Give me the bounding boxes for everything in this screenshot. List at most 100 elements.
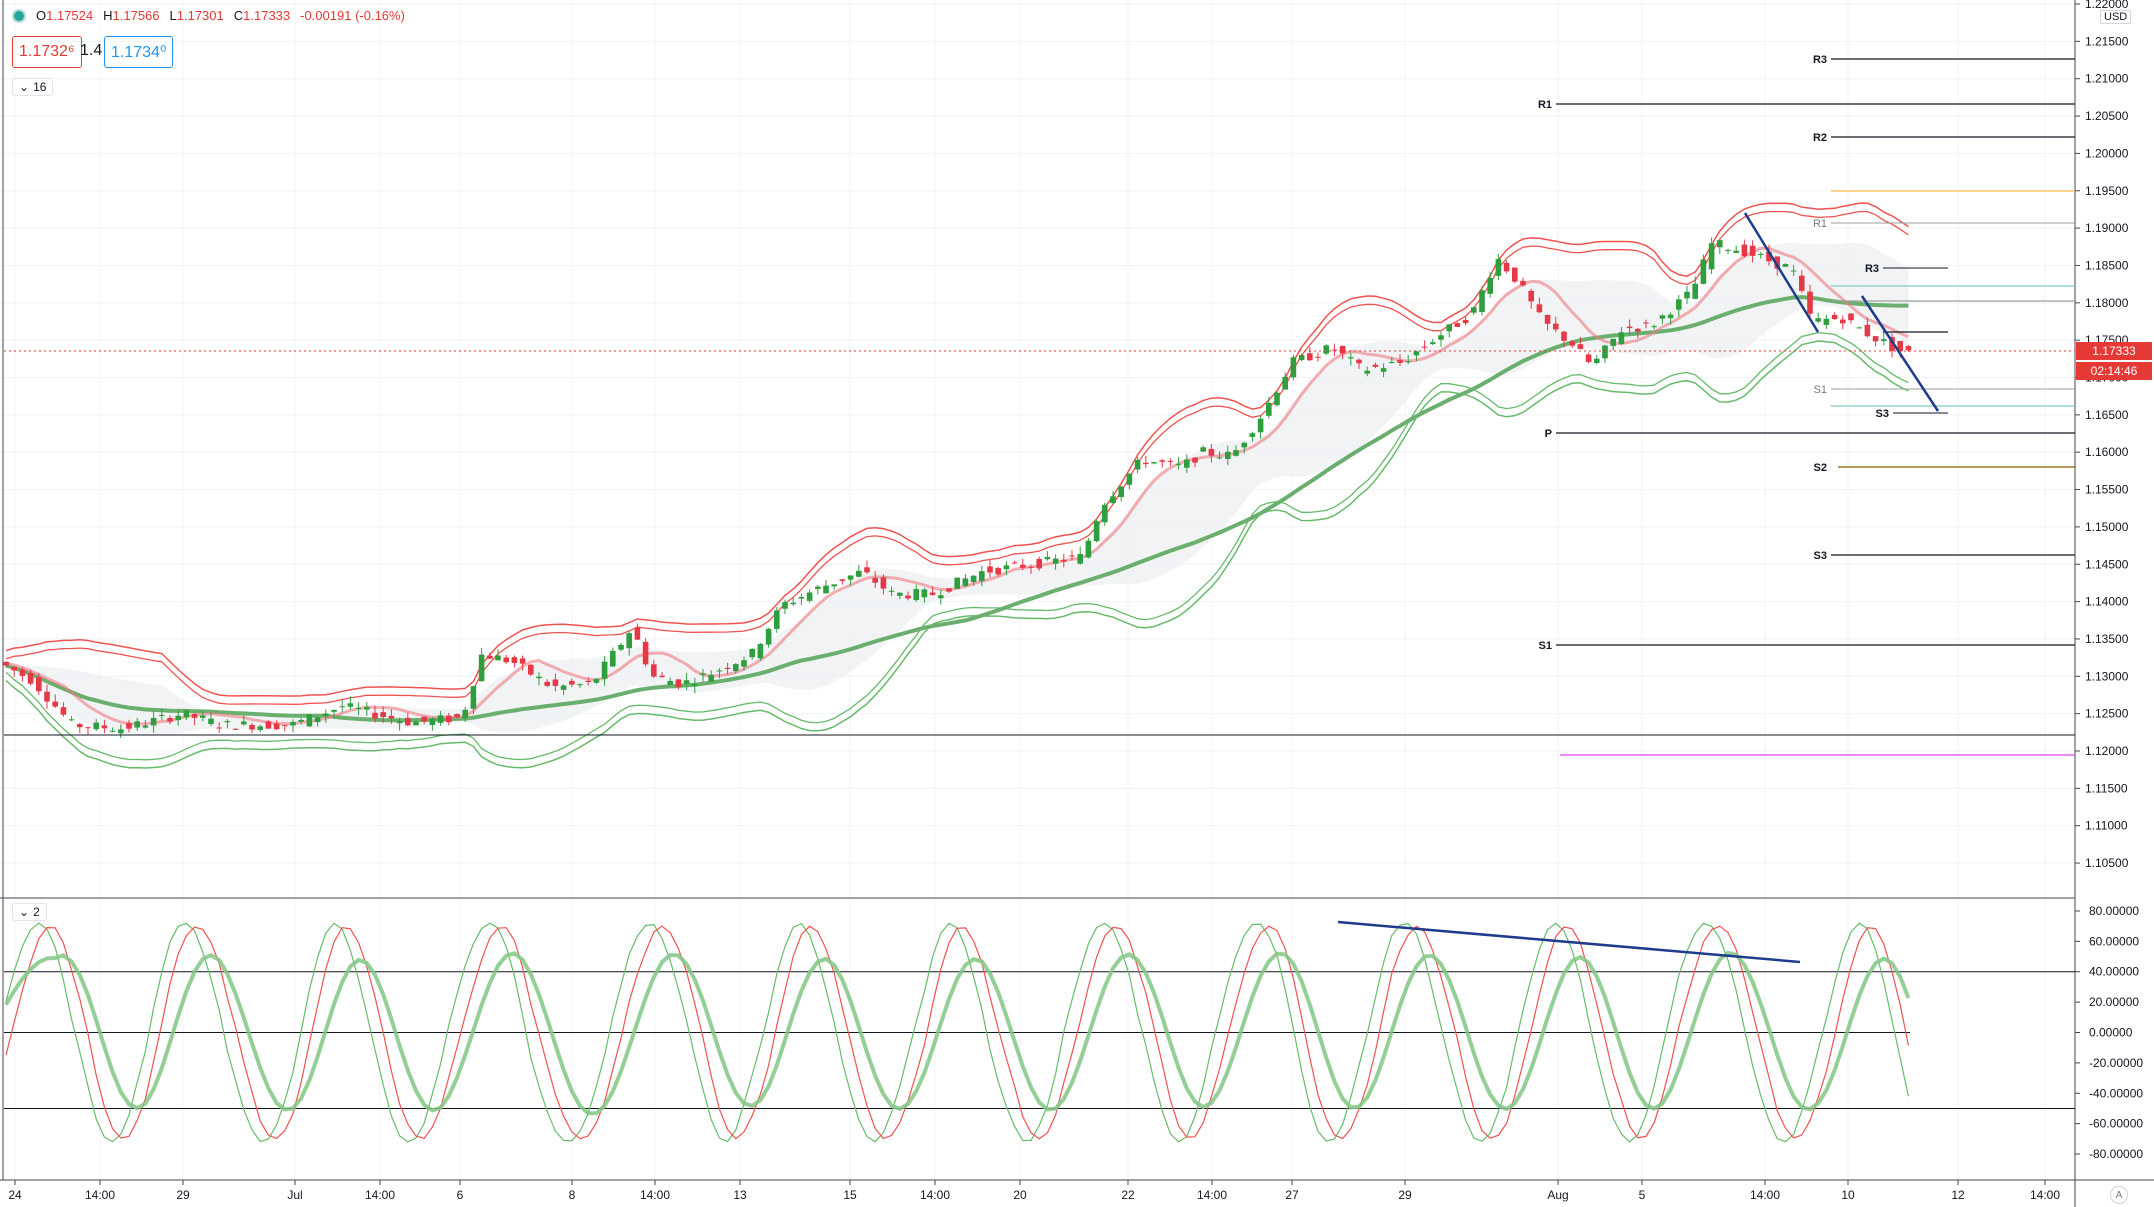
candle xyxy=(1011,560,1018,565)
candle-body xyxy=(1356,359,1362,364)
candle xyxy=(1200,445,1206,453)
candle xyxy=(806,589,813,603)
candle xyxy=(1266,397,1272,419)
candle-body xyxy=(232,728,239,730)
candle-body xyxy=(1430,342,1436,345)
candle-body xyxy=(249,724,255,730)
price-tick-label: 1.21000 xyxy=(2085,72,2129,86)
candle-body xyxy=(536,676,542,679)
chart-canvas[interactable]: 1.220001.215001.210001.205001.200001.195… xyxy=(0,0,2154,1207)
candle-body xyxy=(929,592,936,595)
candle xyxy=(1471,306,1477,316)
candle-body xyxy=(1143,462,1149,465)
candle-body xyxy=(1348,357,1354,359)
candle xyxy=(1602,344,1608,364)
candle-body xyxy=(806,592,813,601)
candle-body xyxy=(216,727,222,729)
candle-body xyxy=(1487,277,1493,294)
candle-body xyxy=(1184,459,1190,468)
candle xyxy=(1290,354,1297,381)
candle-body xyxy=(1610,338,1616,346)
candle-body xyxy=(1061,559,1067,562)
candle-body xyxy=(1790,270,1797,272)
candle-body xyxy=(765,628,772,645)
candle-body xyxy=(1274,392,1280,406)
candle xyxy=(1315,352,1321,362)
time-tick-label: 29 xyxy=(176,1188,190,1202)
candle-body xyxy=(314,717,321,723)
candle-body xyxy=(1118,486,1124,498)
candle-body xyxy=(1364,370,1370,374)
candle-body xyxy=(815,586,821,590)
auto-scale-button[interactable]: A xyxy=(2110,1186,2128,1204)
candle-body xyxy=(749,648,755,658)
market-status-icon[interactable] xyxy=(12,8,26,23)
candle-body xyxy=(93,722,99,730)
candle-body xyxy=(396,721,403,724)
candle xyxy=(839,579,846,585)
candle xyxy=(864,560,870,575)
candle-body xyxy=(1093,521,1100,542)
candle xyxy=(306,713,313,727)
oscillator-collapse-button[interactable]: ⌄ 2 xyxy=(12,903,47,921)
currency-label[interactable]: USD xyxy=(2100,10,2132,24)
candle-body xyxy=(150,717,157,726)
sell-button[interactable]: 1.1732⁶ xyxy=(12,36,82,68)
candle-body xyxy=(1848,313,1854,321)
indicators-collapse-button[interactable]: ⌄ 16 xyxy=(12,78,54,96)
candle-body xyxy=(601,661,608,679)
candle xyxy=(1741,239,1748,258)
candle-body xyxy=(1553,323,1559,330)
candle-body xyxy=(1011,562,1018,564)
candle xyxy=(339,699,345,713)
candle xyxy=(1044,551,1051,561)
candle-body xyxy=(1536,304,1543,313)
time-tick-label: 14:00 xyxy=(920,1188,950,1202)
candle-body xyxy=(1635,328,1641,332)
candle xyxy=(1872,336,1879,347)
buy-button[interactable]: 1.1734⁰ xyxy=(104,36,174,68)
candle xyxy=(265,720,272,729)
candle-body xyxy=(241,721,247,725)
candle xyxy=(429,717,436,731)
candle-body xyxy=(388,715,395,719)
candle-body xyxy=(683,680,690,684)
candle xyxy=(478,647,485,682)
candle-body xyxy=(987,566,993,573)
time-tick-label: 13 xyxy=(733,1188,747,1202)
candle-body xyxy=(1659,315,1666,319)
time-tick-label: 29 xyxy=(1398,1188,1412,1202)
candle-body xyxy=(11,666,17,671)
candle xyxy=(1831,312,1838,320)
osc-axis: 80.00000 60.00000 40.00000 20.00000 0.00000 -… xyxy=(2075,904,2143,1161)
candle-body xyxy=(36,677,42,692)
price-tick-label: 1.11000 xyxy=(2085,819,2128,833)
candle-body xyxy=(429,718,436,726)
candle-body xyxy=(1717,240,1723,248)
candle-body xyxy=(1725,249,1731,251)
pivot-label: R1 xyxy=(1538,99,1552,111)
candle xyxy=(1077,546,1083,565)
candle-body xyxy=(1085,540,1092,558)
candle-body xyxy=(1134,459,1141,470)
candle xyxy=(68,715,75,722)
candle-body xyxy=(798,596,805,599)
candle-body xyxy=(724,667,731,670)
candle-body xyxy=(437,715,444,723)
candle xyxy=(1684,285,1690,305)
candle xyxy=(1692,276,1698,299)
candle-body xyxy=(1692,283,1698,299)
price-axis: 1.220001.215001.210001.205001.200001.195… xyxy=(2075,0,2129,870)
candle-body xyxy=(159,714,165,716)
candle-body xyxy=(1069,555,1075,557)
candle xyxy=(1274,391,1280,407)
candle-body xyxy=(1249,433,1256,437)
candle xyxy=(1143,455,1149,469)
candle-body xyxy=(191,713,198,718)
time-tick-label: 14:00 xyxy=(1197,1188,1227,1202)
pivot-label: S3 xyxy=(1876,408,1889,420)
candle xyxy=(1151,461,1157,465)
osc-tick-label: -20.00000 xyxy=(2089,1056,2143,1070)
candle-body xyxy=(200,715,206,718)
candle xyxy=(831,584,837,590)
